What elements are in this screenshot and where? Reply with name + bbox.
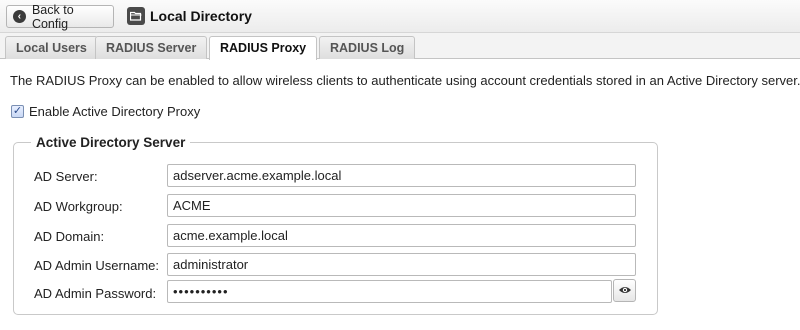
tab-bar: Local Users RADIUS Server RADIUS Proxy R…: [0, 33, 800, 60]
show-password-button[interactable]: [613, 279, 636, 302]
ad-admin-username-label: AD Admin Username:: [34, 258, 159, 273]
enable-proxy-row: ✓ Enable Active Directory Proxy: [11, 104, 200, 119]
ad-admin-username-input[interactable]: [167, 253, 636, 276]
ad-workgroup-label: AD Workgroup:: [34, 199, 123, 214]
folder-open-icon: [127, 7, 145, 25]
back-button-label: Back to Config: [31, 2, 74, 31]
ad-admin-password-label: AD Admin Password:: [34, 286, 157, 301]
ad-server-legend: Active Directory Server: [36, 135, 186, 150]
arrow-left-circle-icon: ‹: [13, 10, 26, 23]
ad-workgroup-input[interactable]: [167, 194, 636, 217]
ad-domain-input[interactable]: [167, 224, 636, 247]
intro-text: The RADIUS Proxy can be enabled to allow…: [10, 73, 800, 88]
eye-icon: [618, 283, 632, 298]
ad-server-label: AD Server:: [34, 169, 98, 184]
enable-proxy-label[interactable]: Enable Active Directory Proxy: [29, 104, 200, 119]
ad-admin-password-input[interactable]: [167, 280, 612, 303]
top-toolbar: ‹ Back to Config Local Directory: [0, 0, 800, 33]
back-to-config-button[interactable]: ‹ Back to Config: [6, 2, 114, 31]
ad-domain-label: AD Domain:: [34, 229, 105, 244]
tab-radius-proxy[interactable]: RADIUS Proxy: [209, 36, 318, 60]
ad-server-input[interactable]: [167, 164, 636, 187]
page-title: Local Directory: [150, 8, 252, 24]
tab-local-users[interactable]: Local Users: [5, 36, 98, 59]
tab-radius-log[interactable]: RADIUS Log: [319, 36, 416, 59]
enable-proxy-checkbox[interactable]: ✓: [11, 105, 24, 118]
tab-radius-server[interactable]: RADIUS Server: [95, 36, 208, 59]
